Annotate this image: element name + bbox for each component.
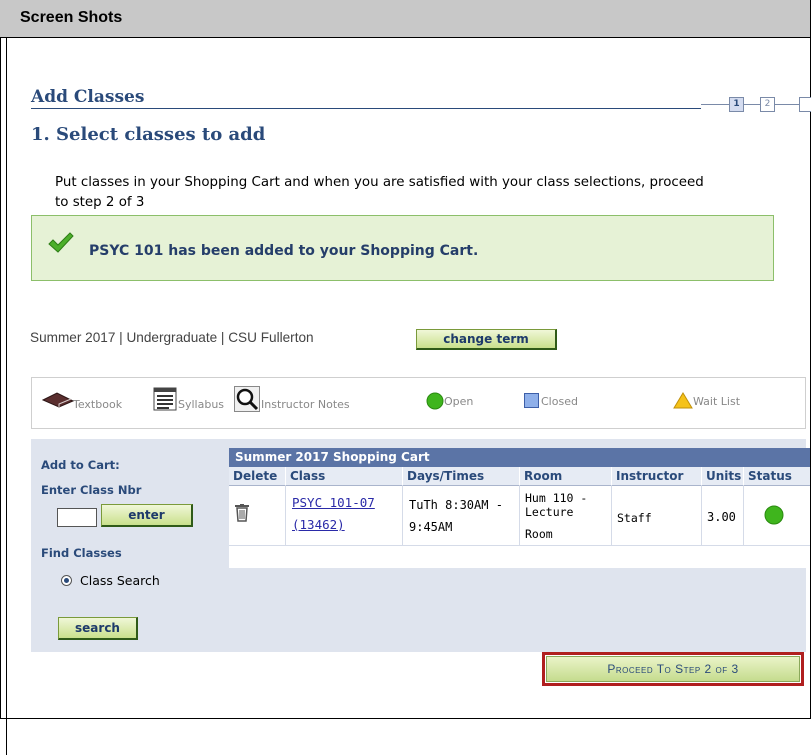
room-line1: Hum 110 - — [525, 491, 588, 505]
instructions-text: Put classes in your Shopping Cart and wh… — [55, 175, 704, 210]
term-info: Summer 2017 | Undergraduate | CSU Fuller… — [30, 330, 314, 345]
column-header-days-times: Days/Times — [403, 467, 520, 486]
trash-icon[interactable] — [235, 504, 249, 522]
class-nbr-input[interactable] — [57, 508, 97, 527]
class-code-link[interactable]: PSYC 101-07 — [292, 492, 375, 514]
days-times-line1: TuTh 8:30AM - — [409, 498, 503, 512]
find-classes-label: Find Classes — [41, 546, 122, 560]
legend-label-open: Open — [444, 395, 474, 408]
step-connector — [744, 104, 760, 105]
instructor-cell: Staff — [612, 486, 702, 546]
class-search-radio[interactable] — [61, 575, 72, 586]
class-search-label[interactable]: Class Search — [80, 573, 160, 588]
column-header-room: Room — [520, 467, 612, 486]
legend-label-closed: Closed — [541, 395, 578, 408]
shopping-cart-table: Summer 2017 Shopping Cart Delete Class D… — [229, 448, 810, 568]
legend-bar: Textbook Syllabus Instructor Notes Open … — [31, 377, 806, 429]
document-header: Screen Shots — [0, 0, 810, 38]
delete-cell — [229, 486, 286, 546]
step-connector — [775, 104, 799, 105]
syllabus-icon — [153, 387, 177, 411]
checkmark-icon — [48, 232, 74, 253]
step-indicator-1: 1 — [729, 97, 744, 112]
add-to-cart-label: Add to Cart: — [41, 458, 120, 472]
yellow-triangle-icon — [673, 392, 693, 409]
column-header-class: Class — [286, 467, 403, 486]
section-title: Screen Shots — [20, 9, 123, 26]
status-cell — [744, 486, 810, 546]
step-title: 1. Select classes to add — [31, 124, 266, 145]
step-connector — [701, 104, 729, 105]
column-header-instructor: Instructor — [612, 467, 702, 486]
enter-class-nbr-label: Enter Class Nbr — [41, 483, 142, 497]
room-cell: Hum 110 - Lecture Room — [520, 486, 612, 546]
step-indicator-3 — [799, 97, 811, 112]
days-times-cell: TuTh 8:30AM - 9:45AM — [403, 486, 520, 546]
legend-label-instructor-notes: Instructor Notes — [261, 398, 350, 411]
legend-label-syllabus: Syllabus — [178, 398, 225, 411]
units-cell: 3.00 — [702, 486, 744, 546]
confirmation-message: PSYC 101 has been added to your Shopping… — [31, 215, 774, 281]
step-indicator-2: 2 — [760, 97, 775, 112]
change-term-button[interactable]: change term — [416, 329, 557, 350]
legend-label-wait-list: Wait List — [693, 395, 741, 408]
legend-label-textbook: Textbook — [73, 398, 123, 411]
column-header-units: Units — [702, 467, 744, 486]
document-divider — [6, 38, 7, 755]
confirmation-text: PSYC 101 has been added to your Shopping… — [89, 243, 479, 259]
search-button[interactable]: search — [58, 617, 138, 640]
column-header-delete: Delete — [229, 467, 286, 486]
magnifier-icon — [234, 386, 260, 412]
page-title: Add Classes — [31, 87, 145, 107]
blue-square-icon — [524, 393, 539, 408]
class-cell: PSYC 101-07 (13462) — [286, 486, 403, 546]
room-line3: Room — [525, 527, 553, 541]
instructor-name: Staff — [617, 511, 652, 525]
class-nbr-link[interactable]: (13462) — [292, 514, 375, 536]
green-circle-icon — [426, 392, 444, 410]
days-times-line2: 9:45AM — [409, 520, 453, 534]
shopping-cart-title: Summer 2017 Shopping Cart — [229, 448, 810, 467]
proceed-to-step-2-button[interactable]: Proceed To Step 2 of 3 — [546, 656, 800, 682]
heading-rule — [31, 108, 701, 109]
enter-button[interactable]: enter — [101, 504, 193, 527]
column-header-status: Status — [744, 467, 810, 486]
units-value: 3.00 — [707, 510, 736, 524]
status-open-icon — [764, 505, 784, 525]
radio-selected-dot — [64, 578, 69, 583]
textbook-icon — [41, 392, 75, 408]
room-line2: Lecture — [525, 505, 574, 519]
